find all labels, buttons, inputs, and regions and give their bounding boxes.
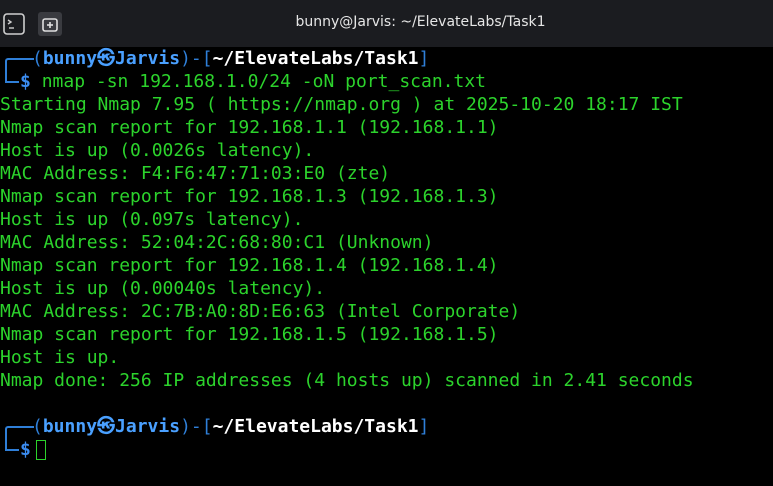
output-line: Host is up (0.097s latency). <box>0 209 304 230</box>
prompt-corner-bottom <box>0 438 20 461</box>
prompt-dollar: $ <box>20 71 31 92</box>
prompt-user: bunny <box>42 48 98 69</box>
terminal-window: bunny@Jarvis: ~/ElevateLabs/Task1 (bunny… <box>0 0 773 486</box>
input-line[interactable]: $ <box>0 438 773 461</box>
output-line: MAC Address: 52:04:2C:68:80:C1 (Unknown) <box>0 232 434 253</box>
output-line: Host is up (0.00040s latency). <box>0 278 326 299</box>
prompt-path: ~/ElevateLabs/Task1 <box>212 416 419 437</box>
prompt-path: ~/ElevateLabs/Task1 <box>212 48 419 69</box>
prompt-line-2: (bunny㉿Jarvis)-[~/ElevateLabs/Task1] <box>0 415 773 440</box>
prompt-host: Jarvis <box>115 48 181 69</box>
prompt-close-paren: ) <box>180 416 191 437</box>
output-line: MAC Address: 2C:7B:A0:8D:E6:63 (Intel Co… <box>0 301 521 322</box>
prompt-dash: - <box>190 48 202 69</box>
prompt-separator: ㉿ <box>97 48 116 69</box>
prompt-close-bracket: ] <box>418 48 430 69</box>
output-line: Host is up. <box>0 347 120 368</box>
prompt-corner-bottom <box>0 70 20 93</box>
prompt-host: Jarvis <box>115 416 181 437</box>
terminal-content[interactable]: (bunny㉿Jarvis)-[~/ElevateLabs/Task1] $ n… <box>0 47 773 486</box>
command-args: -sn 192.168.1.0/24 -oN port_scan.txt <box>85 71 487 92</box>
prompt-close-paren: ) <box>180 48 191 69</box>
title-bar: bunny@Jarvis: ~/ElevateLabs/Task1 <box>0 0 773 47</box>
output-line: Nmap done: 256 IP addresses (4 hosts up)… <box>0 370 694 391</box>
prompt-user: bunny <box>42 416 98 437</box>
prompt-dollar: $ <box>20 439 31 460</box>
prompt-corner-top <box>0 415 34 440</box>
prompt-line-1: (bunny㉿Jarvis)-[~/ElevateLabs/Task1] <box>0 47 773 72</box>
text-cursor[interactable] <box>35 440 46 460</box>
output-line: Nmap scan report for 192.168.1.3 (192.16… <box>0 186 499 207</box>
command-line: $ nmap -sn 192.168.1.0/24 -oN port_scan.… <box>0 70 773 93</box>
output-line: Starting Nmap 7.95 ( https://nmap.org ) … <box>0 94 683 115</box>
prompt-open-bracket: [ <box>201 416 213 437</box>
output-line: MAC Address: F4:F6:47:71:03:E0 (zte) <box>0 163 391 184</box>
prompt-separator: ㉿ <box>97 416 116 437</box>
prompt-dash: - <box>190 416 202 437</box>
prompt-corner-top <box>0 47 34 72</box>
output-line: Host is up (0.0026s latency). <box>0 140 315 161</box>
command-program: nmap <box>41 71 86 92</box>
output-line: Nmap scan report for 192.168.1.1 (192.16… <box>0 117 499 138</box>
window-title: bunny@Jarvis: ~/ElevateLabs/Task1 <box>295 14 546 30</box>
prompt-open-bracket: [ <box>201 48 213 69</box>
output-line: Nmap scan report for 192.168.1.5 (192.16… <box>0 324 499 345</box>
prompt-close-bracket: ] <box>418 416 430 437</box>
output-line: Nmap scan report for 192.168.1.4 (192.16… <box>0 255 499 276</box>
